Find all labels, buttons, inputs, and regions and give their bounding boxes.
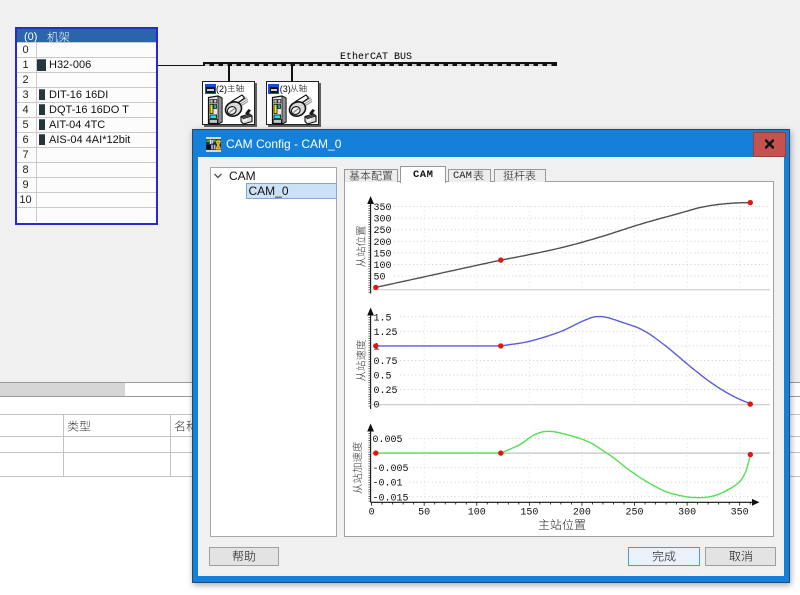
svg-text:0: 0: [374, 401, 380, 412]
svg-text:1.5: 1.5: [374, 313, 392, 324]
svg-text:0.75: 0.75: [374, 357, 398, 368]
svg-text:200: 200: [573, 508, 591, 519]
svg-text:1.25: 1.25: [374, 328, 398, 339]
svg-text:350: 350: [731, 508, 749, 519]
svg-text:50: 50: [374, 273, 386, 284]
svg-text:50: 50: [418, 508, 430, 519]
svg-text:0.005: 0.005: [373, 435, 403, 446]
svg-text:0.25: 0.25: [374, 386, 398, 397]
svg-text:0.5: 0.5: [374, 372, 392, 383]
svg-text:300: 300: [678, 508, 696, 519]
svg-text:150: 150: [520, 508, 538, 519]
svg-text:150: 150: [374, 249, 392, 260]
svg-text:0: 0: [369, 508, 375, 519]
svg-text:100: 100: [374, 261, 392, 272]
svg-text:100: 100: [468, 508, 486, 519]
svg-text:250: 250: [626, 508, 644, 519]
svg-text:200: 200: [374, 238, 392, 249]
svg-text:250: 250: [374, 226, 392, 237]
svg-text:-0.005: -0.005: [373, 464, 409, 475]
svg-text:350: 350: [374, 203, 392, 214]
svg-text:-0.01: -0.01: [373, 479, 403, 490]
svg-text:300: 300: [374, 215, 392, 226]
